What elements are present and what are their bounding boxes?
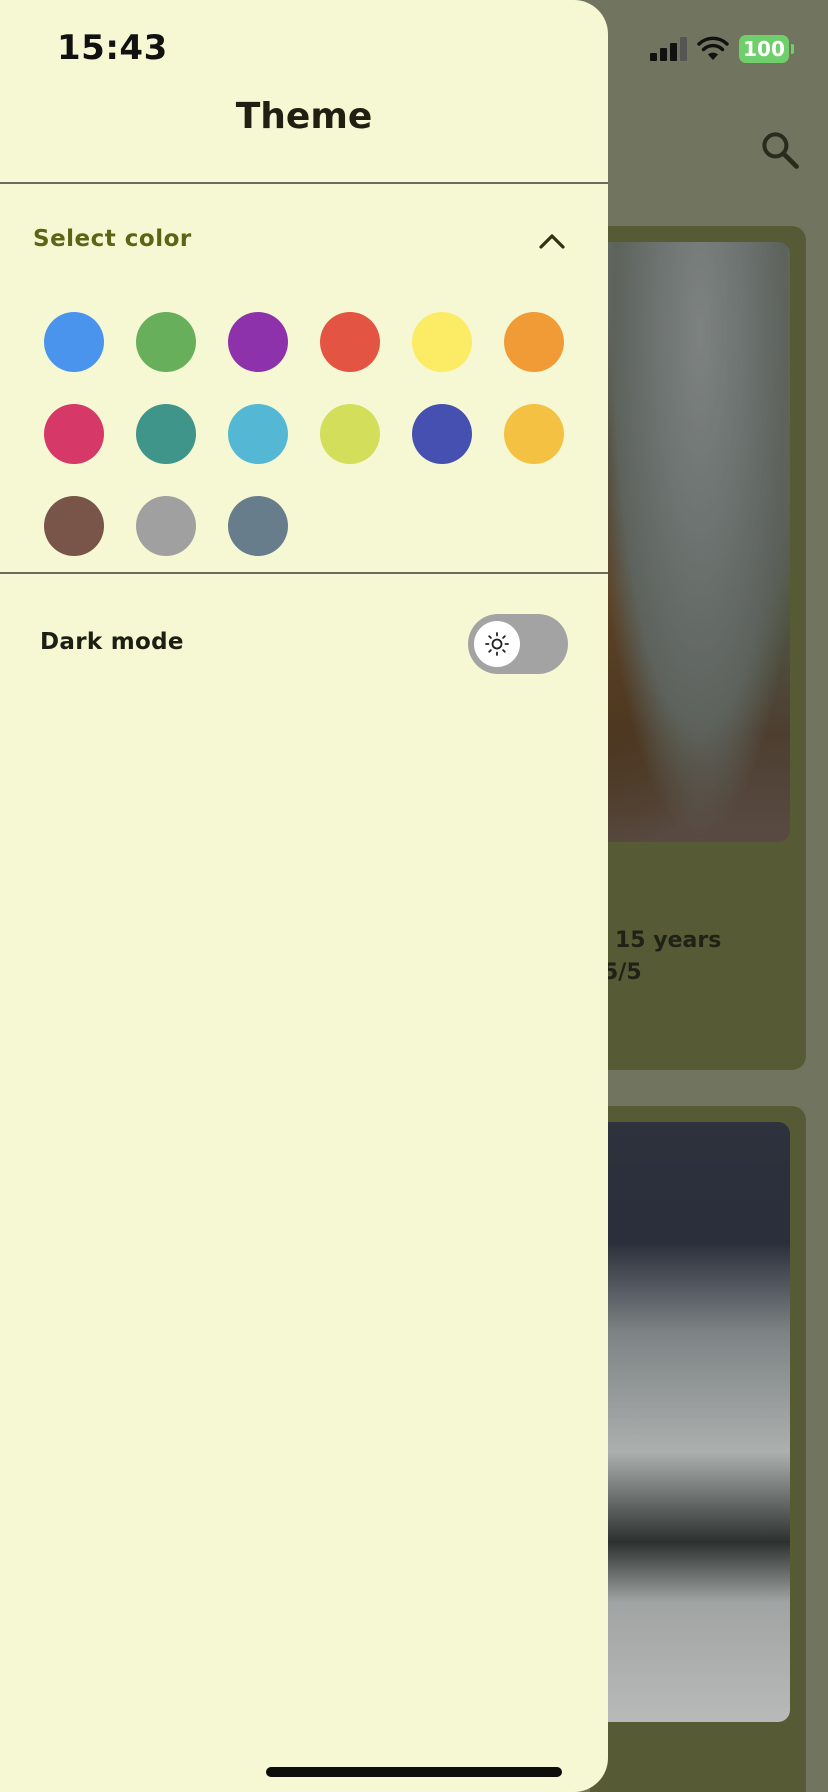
cellular-signal-icon (650, 37, 687, 61)
dark-mode-toggle[interactable] (468, 614, 568, 674)
color-swatch[interactable] (44, 312, 104, 372)
dark-mode-label: Dark mode (40, 629, 184, 655)
home-indicator[interactable] (266, 1767, 562, 1777)
color-swatch[interactable] (44, 404, 104, 464)
divider (0, 182, 608, 184)
battery-indicator: 100 (739, 35, 794, 63)
color-swatch[interactable] (320, 404, 380, 464)
color-swatch[interactable] (412, 312, 472, 372)
drawer-title: Theme (235, 96, 373, 137)
color-swatch-grid (44, 312, 564, 556)
status-time: 15:43 (57, 28, 168, 68)
color-swatch[interactable] (44, 496, 104, 556)
select-color-label[interactable]: Select color (33, 226, 192, 252)
color-swatch[interactable] (228, 496, 288, 556)
color-swatch[interactable] (136, 496, 196, 556)
color-swatch[interactable] (136, 312, 196, 372)
color-swatch[interactable] (136, 404, 196, 464)
color-swatch[interactable] (504, 312, 564, 372)
chevron-up-icon[interactable] (536, 228, 568, 252)
color-swatch[interactable] (320, 312, 380, 372)
sun-icon (485, 632, 509, 656)
theme-drawer: 15:43 Theme Select color Dark mode (0, 0, 608, 1792)
color-swatch[interactable] (504, 404, 564, 464)
toggle-knob (474, 621, 520, 667)
color-swatch[interactable] (228, 312, 288, 372)
divider (0, 572, 608, 574)
color-swatch[interactable] (412, 404, 472, 464)
color-swatch[interactable] (228, 404, 288, 464)
wifi-icon (697, 36, 729, 60)
status-icons: 100 (650, 32, 794, 66)
